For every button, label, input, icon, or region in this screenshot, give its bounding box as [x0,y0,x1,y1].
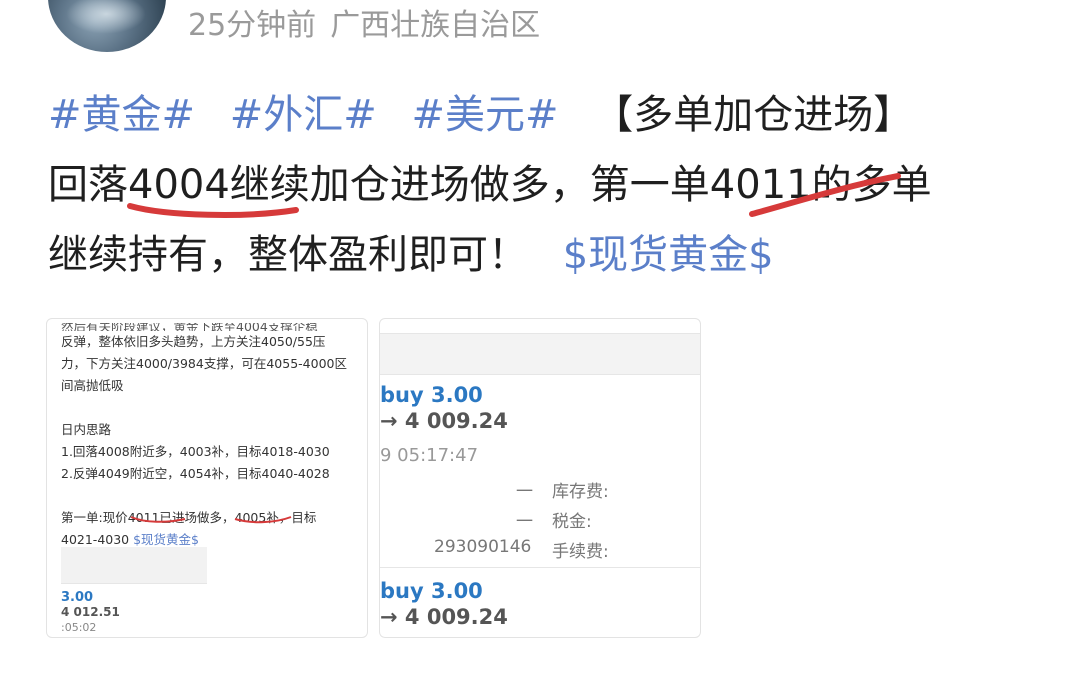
analysis-line: 力，下方关注4000/3984支撑，可在4055-4000区 [61,356,347,371]
commission-label: 手续费: [552,542,609,562]
trade-header-bar [380,333,700,375]
swap-value: 一 [516,482,533,502]
post-text-segment: 回落 [48,162,128,208]
buy-lot-2: buy 3.00 [380,579,483,603]
hashtag-gold[interactable]: #黄金# [48,92,195,138]
post-title: 【多单加仓进场】 [593,92,914,138]
stock-tag-spot-gold-small: $现货黄金$ [133,532,200,547]
open-price: 4 012.51 [61,605,120,619]
lot-size: 3.00 [61,590,94,605]
highlight-4004: 4004继续 [128,162,310,208]
buy-lot-1: buy 3.00 [380,383,483,407]
analysis-line: 2.反弹4049附近空，4054补，目标4040-4028 [61,466,330,481]
stock-tag-spot-gold[interactable]: $现货黄金$ [563,232,774,278]
open-time: :05:02 [61,621,97,634]
image-thumbnail-analysis[interactable]: 然后有关阶段建议，黄金下跌至4004支撑企稳 反弹，整体依旧多头趋势，上方关注4… [46,318,368,638]
post-line-3: 继续持有，整体盈利即可！ $现货黄金$ [48,220,1048,290]
time-1: 9 05:17:47 [380,445,479,466]
hashtag-forex[interactable]: #外汇# [230,92,377,138]
avatar[interactable] [48,0,166,52]
post-text-segment: 的多单 [811,162,932,208]
hashtag-usd[interactable]: #美元# [412,92,559,138]
analysis-line: 1.回落4008附近多，4003补，目标4018-4030 [61,444,330,459]
post-text-segment: 加仓进场做多，第一单 [309,162,710,208]
image-thumbnail-trades[interactable]: buy 3.00 → 4 009.24 9 05:17:47 一 库存费: 一 … [379,318,701,638]
post-line-2: 回落4004继续加仓进场做多，第一单4011的多单 [48,150,1048,220]
price-2: → 4 009.24 [380,605,508,629]
divider [380,567,700,568]
cut-off-line: 然后有关阶段建议，黄金下跌至4004支撑企稳 [61,323,318,331]
time-ago: 25分钟前 [188,8,317,43]
location: 广西壮族自治区 [330,8,541,43]
tax-value: 一 [516,512,533,532]
highlight-4011: 4011 [709,162,812,208]
embedded-trade-screenshot: 3.00 4 012.51 :05:02 [61,547,207,635]
order-id: 293090146 [434,537,532,557]
analysis-line: 间高抛低吸 [61,378,124,393]
analysis-heading: 日内思路 [61,422,112,437]
analysis-line: 第一单:现价4011已进场做多，4005补，目标 [61,510,317,525]
post-line-1: #黄金# #外汇# #美元# 【多单加仓进场】 [48,80,1048,150]
swap-label: 库存费: [552,482,609,502]
analysis-text: 然后有关阶段建议，黄金下跌至4004支撑企稳 反弹，整体依旧多头趋势，上方关注4… [61,323,361,551]
post-text: #黄金# #外汇# #美元# 【多单加仓进场】 回落4004继续加仓进场做多，第… [48,80,1048,290]
post-text-segment: 继续持有，整体盈利即可！ [48,232,528,278]
target-range: 4021-4030 [61,532,134,547]
post-meta: 25分钟前 广西壮族自治区 [188,4,540,48]
price-1: → 4 009.24 [380,409,508,433]
analysis-line: 反弹，整体依旧多头趋势，上方关注4050/55压 [61,334,326,349]
tax-label: 税金: [552,512,592,532]
